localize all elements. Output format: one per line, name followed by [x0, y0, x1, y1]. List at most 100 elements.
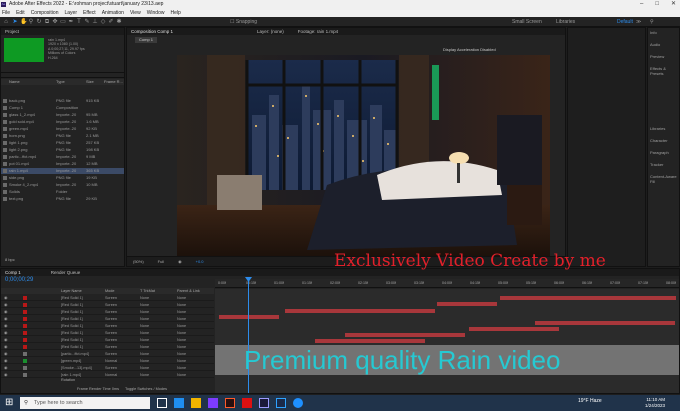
taskbar-search-box[interactable]: ⚲ Type here to search	[20, 397, 150, 409]
close-icon[interactable]: ✕	[671, 0, 676, 9]
project-item[interactable]: rain 1.mp4 Importe..20 365 KB	[1, 168, 124, 174]
workspace-libraries[interactable]: Libraries	[556, 19, 575, 25]
layer-parent-dropdown[interactable]: None	[177, 337, 186, 343]
project-item[interactable]: horn.png PNG file 2.1 MB	[1, 133, 124, 139]
menu-item-window[interactable]: Window	[147, 9, 165, 17]
layer-trkmat-dropdown[interactable]: None	[140, 302, 149, 308]
col-mode[interactable]: Mode	[105, 288, 115, 294]
after-effects-icon[interactable]	[259, 398, 269, 408]
edge-icon[interactable]	[174, 398, 184, 408]
rotate-tool-icon[interactable]: ↻	[36, 19, 42, 25]
layer-mode-dropdown[interactable]: Screen	[105, 365, 117, 371]
layer-name[interactable]: [Red Solid 1]	[61, 316, 83, 322]
panel-audio[interactable]: Audio	[650, 42, 660, 47]
layer-parent-dropdown[interactable]: None	[177, 316, 186, 322]
layer-name[interactable]: [Red Solid 1]	[61, 309, 83, 315]
type-tool-icon[interactable]: T	[76, 19, 82, 25]
layer-parent-dropdown[interactable]: None	[177, 302, 186, 308]
selection-tool-icon[interactable]: ➤	[12, 19, 18, 25]
col-framerate[interactable]: Frame R...	[104, 79, 123, 85]
menu-item-edit[interactable]: Edit	[16, 9, 25, 17]
layer-name[interactable]: [Red Solid 1]	[61, 330, 83, 336]
file-explorer-icon[interactable]	[191, 398, 201, 408]
layer-row[interactable]: ◉ [Red Solid 1] Screen None None	[1, 309, 214, 316]
panel-paragraph[interactable]: Paragraph	[650, 150, 669, 155]
layer-name[interactable]: [Red Solid 1]	[61, 302, 83, 308]
layer-trkmat-dropdown[interactable]: None	[140, 309, 149, 315]
layer-parent-dropdown[interactable]: None	[177, 330, 186, 336]
visibility-eye-icon[interactable]: ◉	[4, 358, 7, 364]
layer-parent-dropdown[interactable]: None	[177, 295, 186, 301]
project-item[interactable]: partic...ffct.mp4 Importe..20 9 MB	[1, 154, 124, 160]
layer-mode-dropdown[interactable]: Screen	[105, 302, 117, 308]
project-item[interactable]: light 1.png PNG file 257 KB	[1, 140, 124, 146]
visibility-eye-icon[interactable]: ◉	[4, 295, 7, 301]
visibility-eye-icon[interactable]: ◉	[4, 330, 7, 336]
layer-row[interactable]: ◉ [Smoke...13].mp4] Screen None None	[1, 365, 214, 372]
col-type[interactable]: Type	[56, 79, 65, 85]
layer-bar[interactable]	[437, 302, 497, 306]
zoom-dropdown[interactable]: (50%)	[133, 257, 144, 266]
layer-parent-dropdown[interactable]: None	[177, 351, 186, 357]
project-item[interactable]: green.mp4 Importe..20 92 KB	[1, 126, 124, 132]
layer-trkmat-dropdown[interactable]: None	[140, 295, 149, 301]
layer-mode-dropdown[interactable]: Normal	[105, 358, 117, 364]
menu-item-file[interactable]: File	[2, 9, 10, 17]
search-help-icon[interactable]: ⚲	[650, 19, 654, 25]
project-item[interactable]: Comp 1 Composition	[1, 105, 124, 111]
layer-mode-dropdown[interactable]: Screen	[105, 337, 117, 343]
project-item[interactable]: text.png PNG file 29 KB	[1, 196, 124, 202]
workspace-default[interactable]: Default	[617, 19, 633, 25]
label-color-swatch[interactable]	[23, 352, 27, 357]
comp-breadcrumb[interactable]: Comp 1	[135, 37, 158, 43]
roto-brush-icon[interactable]: ✐	[108, 19, 114, 25]
col-name[interactable]: Name	[9, 79, 20, 85]
hand-tool-icon[interactable]: ✋	[20, 19, 27, 25]
col-size[interactable]: Size	[86, 79, 94, 85]
layer-parent-dropdown[interactable]: None	[177, 323, 186, 329]
layer-name[interactable]: [Red Solid 1]	[61, 337, 83, 343]
snapping-toggle[interactable]: ☐ Snapping	[230, 19, 257, 25]
visibility-eye-icon[interactable]: ◉	[4, 309, 7, 315]
layer-trkmat-dropdown[interactable]: None	[140, 344, 149, 350]
tab-composition[interactable]: Composition Comp 1	[131, 28, 173, 35]
layer-parent-dropdown[interactable]: None	[177, 344, 186, 350]
layer-row[interactable]: ◉ [green.mp4] Normal None None	[1, 358, 214, 365]
layer-bar[interactable]	[469, 327, 559, 331]
layer-mode-dropdown[interactable]: Screen	[105, 351, 117, 357]
layer-trkmat-dropdown[interactable]: None	[140, 337, 149, 343]
layer-mode-dropdown[interactable]: Screen	[105, 330, 117, 336]
visibility-eye-icon[interactable]: ◉	[4, 344, 7, 350]
maximize-icon[interactable]: □	[655, 0, 659, 9]
workspace-small-screen[interactable]: Small Screen	[512, 19, 542, 25]
layer-row[interactable]: ◉ [Red Solid 1] Screen None None	[1, 344, 214, 351]
panel-libraries[interactable]: Libraries	[650, 126, 665, 131]
layer-trkmat-dropdown[interactable]: None	[140, 365, 149, 371]
layer-row[interactable]: ◉ [rain 1.mp4] Normal None None	[1, 372, 214, 379]
layer-row[interactable]: ◉ [partic...ffct.mp4] Screen None None	[1, 351, 214, 358]
layer-trkmat-dropdown[interactable]: None	[140, 351, 149, 357]
visibility-eye-icon[interactable]: ◉	[4, 351, 7, 357]
visibility-eye-icon[interactable]: ◉	[4, 302, 7, 308]
bit-depth[interactable]: 8 bpc	[5, 257, 15, 262]
visibility-eye-icon[interactable]: ◉	[4, 365, 7, 371]
layer-parent-dropdown[interactable]: None	[177, 358, 186, 364]
tab-comp-1[interactable]: Comp 1	[5, 269, 21, 276]
project-item[interactable]: light 2.png PNG file 198 KB	[1, 147, 124, 153]
layer-bar[interactable]	[345, 333, 465, 337]
layer-name[interactable]: [Smoke...13].mp4]	[61, 365, 92, 371]
pen-tool-icon[interactable]: ✒	[68, 19, 74, 25]
visibility-eye-icon[interactable]: ◉	[4, 323, 7, 329]
label-color-swatch[interactable]	[23, 373, 27, 378]
label-color-swatch[interactable]	[23, 310, 27, 315]
layer-mode-dropdown[interactable]: Screen	[105, 323, 117, 329]
label-color-swatch[interactable]	[23, 303, 27, 308]
timecode-display[interactable]: 0;00;00;29	[5, 277, 33, 283]
layer-mode-dropdown[interactable]: Normal	[105, 372, 117, 378]
menu-item-effect[interactable]: Effect	[83, 9, 96, 17]
project-item[interactable]: Smoke 4_2.mp4 Importe..20 10 MB	[1, 182, 124, 188]
visibility-eye-icon[interactable]: ◉	[4, 372, 7, 378]
project-item[interactable]: glass 1_2.mp4 Importe..20 95 MB	[1, 112, 124, 118]
col-trkmat[interactable]: T TrkMat	[140, 288, 155, 294]
tab-render-queue[interactable]: Render Queue	[51, 269, 81, 276]
